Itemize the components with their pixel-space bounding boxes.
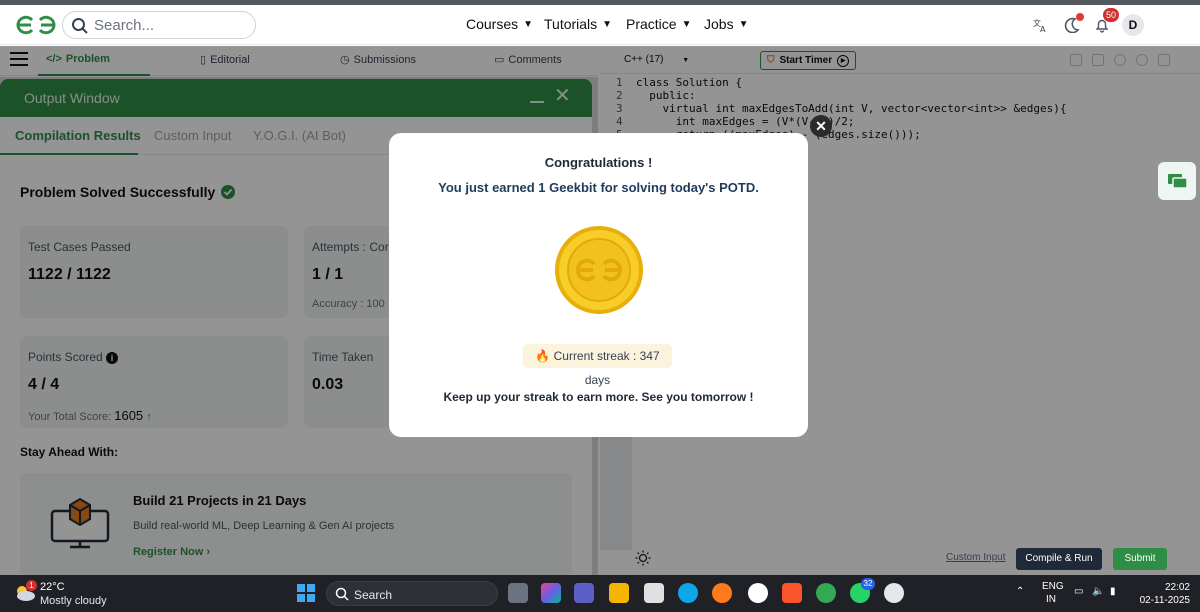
chat-button[interactable] bbox=[1158, 162, 1196, 200]
weather-badge: 1 bbox=[26, 580, 37, 591]
display-icon[interactable]: ▭ bbox=[1074, 586, 1083, 597]
nav-tutorials[interactable]: Tutorials ▼ bbox=[544, 16, 612, 32]
taskbar-search[interactable]: Search bbox=[326, 581, 498, 606]
dark-mode-dot bbox=[1076, 13, 1084, 21]
chevron-down-icon: ▼ bbox=[602, 18, 613, 30]
clock-time: 22:02 bbox=[1164, 582, 1190, 593]
windows-start-icon[interactable] bbox=[296, 583, 316, 603]
nav-courses-label: Courses bbox=[466, 16, 519, 32]
firefox-icon[interactable] bbox=[712, 583, 732, 603]
volume-icon[interactable]: 🔈 bbox=[1092, 586, 1104, 597]
notification-badge: 50 bbox=[1103, 8, 1119, 22]
modal-earned-text: You just earned 1 Geekbit for solving to… bbox=[438, 180, 759, 195]
chevron-up-icon[interactable]: ⌃ bbox=[1016, 586, 1024, 597]
whatsapp-badge: 32 bbox=[861, 578, 875, 590]
dark-mode-icon[interactable] bbox=[1060, 13, 1084, 37]
nav-tutorials-label: Tutorials bbox=[544, 16, 598, 32]
search-icon bbox=[335, 587, 349, 601]
teams-icon[interactable] bbox=[574, 583, 594, 603]
weather-desc[interactable]: Mostly cloudy bbox=[40, 595, 107, 607]
translate-icon[interactable]: 文A bbox=[1028, 13, 1052, 37]
chat-icon bbox=[1168, 174, 1188, 189]
clock-date: 02-11-2025 bbox=[1139, 595, 1190, 606]
windows-taskbar: 1 22°C Mostly cloudy Search 32 ⌃ ENG IN … bbox=[0, 575, 1200, 612]
chevron-down-icon: ▼ bbox=[681, 18, 692, 30]
chevron-down-icon: ▼ bbox=[738, 18, 749, 30]
clock-app-icon[interactable] bbox=[884, 583, 904, 603]
file-explorer-icon[interactable] bbox=[609, 583, 629, 603]
nav-practice-label: Practice bbox=[626, 16, 677, 32]
chevron-down-icon: ▼ bbox=[523, 18, 534, 30]
battery-icon[interactable]: ▮ bbox=[1110, 586, 1116, 597]
nav-jobs-label: Jobs bbox=[704, 16, 734, 32]
taskbar-search-label: Search bbox=[354, 588, 393, 602]
geekbit-coin-icon bbox=[555, 226, 643, 314]
svg-text:A: A bbox=[1040, 25, 1046, 33]
modal-close-icon[interactable]: ✕ bbox=[810, 115, 832, 137]
gfg-logo[interactable] bbox=[14, 12, 58, 38]
potd-congrats-modal: Congratulations ! You just earned 1 Geek… bbox=[389, 133, 808, 437]
avatar[interactable]: D bbox=[1122, 14, 1144, 36]
streak-badge: 🔥 Current streak : 347 days bbox=[523, 344, 672, 387]
compile-run-button[interactable]: Compile & Run bbox=[1016, 548, 1102, 570]
site-header: Search... Courses ▼ Tutorials ▼ Practice ▼ … bbox=[0, 5, 1200, 45]
theme-sun-icon[interactable] bbox=[635, 550, 651, 566]
chrome-icon[interactable] bbox=[816, 583, 836, 603]
system-clock[interactable]: 22:02 02-11-2025 bbox=[1136, 581, 1190, 607]
copilot-icon[interactable] bbox=[541, 583, 561, 603]
task-view-icon[interactable] bbox=[508, 583, 528, 603]
nav-courses[interactable]: Courses ▼ bbox=[466, 16, 533, 32]
modal-title: Congratulations ! bbox=[544, 155, 653, 170]
nav-practice[interactable]: Practice ▼ bbox=[626, 16, 691, 32]
edge-icon[interactable] bbox=[678, 583, 698, 603]
weather-temp[interactable]: 22°C bbox=[40, 581, 65, 593]
brave-icon[interactable] bbox=[782, 583, 802, 603]
search-placeholder: Search... bbox=[94, 17, 155, 34]
lang-top[interactable]: ENG bbox=[1042, 581, 1064, 592]
modal-footer-text: Keep up your streak to earn more. See yo… bbox=[443, 390, 754, 404]
nav-jobs[interactable]: Jobs ▼ bbox=[704, 16, 748, 32]
custom-input-link[interactable]: Custom Input bbox=[946, 552, 1005, 563]
search-box[interactable]: Search... bbox=[62, 11, 256, 39]
app-icon[interactable] bbox=[748, 583, 768, 603]
submit-button[interactable]: Submit bbox=[1113, 548, 1167, 570]
lang-bottom[interactable]: IN bbox=[1046, 594, 1056, 605]
store-icon[interactable] bbox=[644, 583, 664, 603]
search-icon bbox=[72, 18, 88, 34]
